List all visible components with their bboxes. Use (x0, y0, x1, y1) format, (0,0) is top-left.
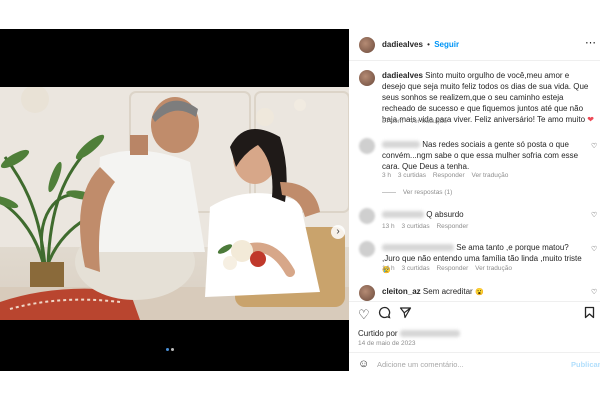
comment-1-likes[interactable]: 3 curtidas (398, 172, 426, 179)
post-media[interactable]: › (0, 29, 349, 371)
couple-photo-illustration (0, 87, 349, 320)
comment-1: Nas redes sociais a gente só posta o que… (382, 139, 587, 172)
blurred-username[interactable] (399, 330, 460, 338)
comment-2-meta: 13 h 3 curtidas Responder (382, 223, 468, 230)
comment-2-time: 13 h (382, 223, 395, 230)
caption: dadiealves Sinto muito orgulho de você,m… (382, 70, 594, 125)
comment-avatar[interactable] (359, 208, 375, 224)
author-avatar[interactable] (359, 37, 375, 53)
carousel-indicator (166, 338, 176, 356)
like-comment-heart-icon[interactable]: ♡ (591, 211, 597, 219)
liked-by-label: Curtido por (358, 329, 398, 338)
like-comment-heart-icon[interactable]: ♡ (591, 245, 597, 253)
comment-1-meta: 3 h 3 curtidas Responder Ver tradução (382, 172, 508, 179)
bookmark-save-icon[interactable] (584, 306, 595, 322)
carousel-dot-active (166, 348, 169, 351)
view-replies-label[interactable]: Ver respostas (1) (403, 189, 453, 196)
comment-3-time: 14 h (382, 265, 395, 272)
blurred-username (382, 244, 454, 252)
comment-4-text: Sem acreditar (422, 287, 473, 296)
liked-by: Curtido por (358, 328, 460, 339)
comment-input[interactable]: Adicione um comentário... (377, 360, 464, 369)
publish-button[interactable]: Publicar (571, 360, 600, 369)
comment-avatar[interactable] (359, 138, 375, 154)
comment-1-reply[interactable]: Responder (433, 172, 465, 179)
comment-avatar[interactable] (359, 285, 375, 301)
comment-3-meta: 14 h 3 curtidas Responder Ver tradução (382, 265, 512, 272)
comment-2-text: Q absurdo (426, 210, 464, 219)
comment-3-translate[interactable]: Ver tradução (475, 265, 512, 272)
caption-avatar[interactable] (359, 70, 375, 86)
carousel-dot (171, 348, 174, 351)
like-comment-heart-icon[interactable]: ♡ (591, 288, 597, 296)
post-photo (0, 87, 349, 320)
caption-translate-link[interactable]: Ver tradução (410, 118, 447, 125)
ellipsis-icon[interactable]: ⋯ (585, 36, 597, 49)
comment-3-reply[interactable]: Responder (436, 265, 468, 272)
post-details-panel: dadiealves • Seguir ⋯ dadiealves Sinto m… (349, 29, 600, 371)
red-heart-emoji-icon: ❤ (587, 115, 594, 124)
comment-4: cleiton_az Sem acreditar 😮 (382, 286, 484, 298)
caption-username[interactable]: dadiealves (382, 71, 423, 80)
next-image-button[interactable]: › (331, 225, 345, 239)
blurred-username (382, 211, 424, 219)
comment-4-username[interactable]: cleiton_az (382, 287, 421, 296)
view-replies[interactable]: Ver respostas (1) (382, 189, 452, 196)
comment-2: Q absurdo (382, 209, 464, 220)
blurred-username (382, 141, 420, 149)
comment-3-likes[interactable]: 3 curtidas (401, 265, 429, 272)
like-heart-icon[interactable]: ♡ (358, 307, 370, 323)
comment-bubble-icon[interactable] (378, 306, 391, 322)
separator-dot: • (427, 40, 430, 49)
replies-line (382, 191, 396, 193)
caption-meta: 57 sem Ver tradução (382, 118, 447, 125)
comment-avatar[interactable] (359, 241, 375, 257)
action-bar: ♡ Curtido por 14 de maio de 2023 ☺ Adici… (349, 301, 600, 372)
comment-2-likes[interactable]: 3 curtidas (401, 223, 429, 230)
emoji-picker-icon[interactable]: ☺ (358, 358, 369, 370)
astonished-emoji-icon: 😮 (474, 289, 484, 296)
comment-1-time: 3 h (382, 172, 392, 179)
caption-time: 57 sem (382, 118, 404, 125)
author-username[interactable]: dadiealves (382, 40, 423, 49)
comment-1-translate[interactable]: Ver tradução (471, 172, 508, 179)
comment-2-reply[interactable]: Responder (436, 223, 468, 230)
post-date[interactable]: 14 de maio de 2023 (358, 340, 415, 347)
post-header: dadiealves • Seguir ⋯ (349, 29, 600, 61)
like-comment-heart-icon[interactable]: ♡ (591, 142, 597, 150)
share-send-icon[interactable] (399, 306, 412, 322)
follow-button[interactable]: Seguir (434, 40, 459, 49)
divider (349, 352, 600, 353)
